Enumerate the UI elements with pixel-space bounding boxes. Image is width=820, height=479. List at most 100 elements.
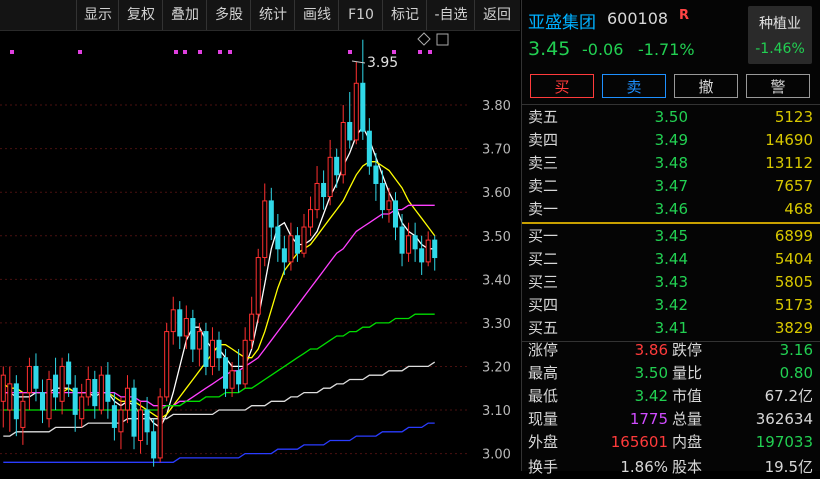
bid-row[interactable]: 买一 3.45 6899 bbox=[522, 225, 820, 248]
turnover-label: 换手 bbox=[528, 458, 559, 476]
candle bbox=[412, 222, 418, 262]
candle bbox=[216, 331, 222, 371]
toolbar-display-button[interactable]: 显示 bbox=[76, 0, 119, 30]
toolbar-back-button[interactable]: 返回 bbox=[474, 0, 519, 30]
candle-body bbox=[111, 405, 117, 428]
ask-row[interactable]: 卖三 3.48 13112 bbox=[522, 152, 820, 175]
ask-price: 3.46 bbox=[654, 200, 688, 218]
ask-row[interactable]: 卖四 3.49 14690 bbox=[522, 129, 820, 152]
total-volume-value: 362634 bbox=[755, 410, 813, 428]
bid-volume: 5173 bbox=[774, 296, 813, 314]
candle bbox=[386, 187, 392, 223]
sector-box[interactable]: 种植业 -1.46% bbox=[748, 6, 812, 64]
candle-body bbox=[144, 409, 150, 433]
ask-volume: 7657 bbox=[774, 177, 813, 195]
candle bbox=[131, 379, 137, 450]
buy-button[interactable]: 买 bbox=[530, 74, 594, 98]
candle-body bbox=[190, 318, 196, 350]
y-tick-label: 3.60 bbox=[482, 186, 511, 201]
candle-body bbox=[53, 374, 59, 398]
toolbar-mark-button[interactable]: 标记 bbox=[382, 0, 427, 30]
bid-label: 买一 bbox=[528, 227, 559, 245]
bid-row[interactable]: 买三 3.43 5805 bbox=[522, 271, 820, 294]
price-change-pct: -1.71% bbox=[638, 40, 695, 59]
divider bbox=[522, 104, 820, 105]
bid-volume: 5404 bbox=[774, 250, 813, 268]
y-tick-label: 3.00 bbox=[482, 448, 511, 463]
bid-row[interactable]: 买二 3.44 5404 bbox=[522, 248, 820, 271]
quote-panel: 亚盛集团 600108 R 3.45 -0.06 -1.71% 种植业 -1.4… bbox=[521, 0, 820, 476]
candle bbox=[203, 322, 209, 376]
low-value: 3.42 bbox=[634, 387, 668, 405]
toolbar-draw-button[interactable]: 画线 bbox=[294, 0, 339, 30]
kline-chart[interactable]: 3.80 3.70 3.60 3.50 3.40 3.30 3.20 3.10 3.00 3.9… bbox=[0, 31, 520, 471]
sell-button[interactable]: 卖 bbox=[602, 74, 666, 98]
toolbar-overlay-button[interactable]: 叠加 bbox=[162, 0, 207, 30]
candle-body bbox=[288, 235, 294, 263]
candle-body bbox=[138, 409, 144, 442]
candle bbox=[144, 396, 150, 445]
bid-label: 买五 bbox=[528, 319, 559, 337]
stock-code: 600108 bbox=[607, 9, 669, 28]
bid-row[interactable]: 买五 3.41 3829 bbox=[522, 317, 820, 340]
cancel-order-button[interactable]: 撤 bbox=[674, 74, 738, 98]
toolbar-stats-button[interactable]: 统计 bbox=[250, 0, 295, 30]
candle-body bbox=[46, 379, 52, 420]
high-annotation: 3.95 bbox=[351, 55, 398, 71]
sector-name: 种植业 bbox=[759, 16, 801, 32]
candle bbox=[236, 349, 242, 393]
candle bbox=[59, 357, 65, 415]
bid-price: 3.41 bbox=[654, 319, 688, 337]
candle bbox=[164, 322, 170, 402]
toolbar-watchlist-button[interactable]: -自选 bbox=[426, 0, 475, 30]
chart-corner-icons bbox=[417, 32, 449, 46]
diamond-icon bbox=[417, 32, 431, 46]
candle-body bbox=[26, 365, 32, 394]
candle bbox=[0, 366, 6, 428]
ask-row[interactable]: 卖五 3.50 5123 bbox=[522, 106, 820, 129]
event-marker bbox=[10, 50, 14, 54]
volume-ratio-value: 0.80 bbox=[779, 364, 813, 382]
candle-body bbox=[275, 226, 281, 250]
candle-body bbox=[59, 365, 65, 402]
market-cap-label: 市值 bbox=[672, 387, 703, 405]
candle-body bbox=[386, 200, 392, 211]
candle bbox=[92, 370, 98, 419]
event-marker bbox=[418, 50, 422, 54]
event-marker bbox=[348, 50, 352, 54]
event-marker bbox=[78, 50, 82, 54]
limit-up-label: 涨停 bbox=[528, 341, 559, 359]
candle-body bbox=[255, 257, 261, 315]
candle-body bbox=[340, 121, 346, 176]
ask-price: 3.47 bbox=[654, 177, 688, 195]
candle-body bbox=[39, 392, 46, 411]
last-price: 3.45 bbox=[528, 38, 571, 60]
alert-button[interactable]: 警 bbox=[746, 74, 810, 98]
candle bbox=[301, 213, 307, 258]
ask-price: 3.50 bbox=[654, 108, 688, 126]
ask-row[interactable]: 卖二 3.47 7657 bbox=[522, 175, 820, 198]
bid-volume: 6899 bbox=[774, 227, 813, 245]
bid-row[interactable]: 买四 3.42 5173 bbox=[522, 294, 820, 317]
toolbar-f10-button[interactable]: F10 bbox=[338, 0, 383, 30]
toolbar-multi-stock-button[interactable]: 多股 bbox=[206, 0, 251, 30]
candle-body bbox=[268, 200, 274, 228]
price-axis: 3.80 3.70 3.60 3.50 3.40 3.30 3.20 3.10 3.00 bbox=[482, 99, 511, 463]
candle bbox=[72, 375, 78, 432]
candle-body bbox=[13, 383, 19, 420]
candle bbox=[307, 196, 314, 236]
y-tick-label: 3.10 bbox=[482, 404, 511, 419]
candle-body bbox=[262, 200, 268, 259]
equity-label: 股本 bbox=[672, 458, 703, 476]
candle-body bbox=[131, 387, 137, 437]
toolbar-adjust-button[interactable]: 复权 bbox=[118, 0, 163, 30]
candle-body bbox=[0, 374, 6, 402]
ask-label: 卖一 bbox=[528, 200, 559, 218]
candle-body bbox=[66, 361, 72, 385]
candle-body bbox=[92, 379, 98, 407]
limit-up-value: 3.86 bbox=[634, 341, 668, 359]
candle bbox=[13, 375, 19, 437]
current-volume-value: 1775 bbox=[629, 410, 668, 428]
ask-row[interactable]: 卖一 3.46 468 bbox=[522, 198, 820, 221]
bid-label: 买四 bbox=[528, 296, 559, 314]
